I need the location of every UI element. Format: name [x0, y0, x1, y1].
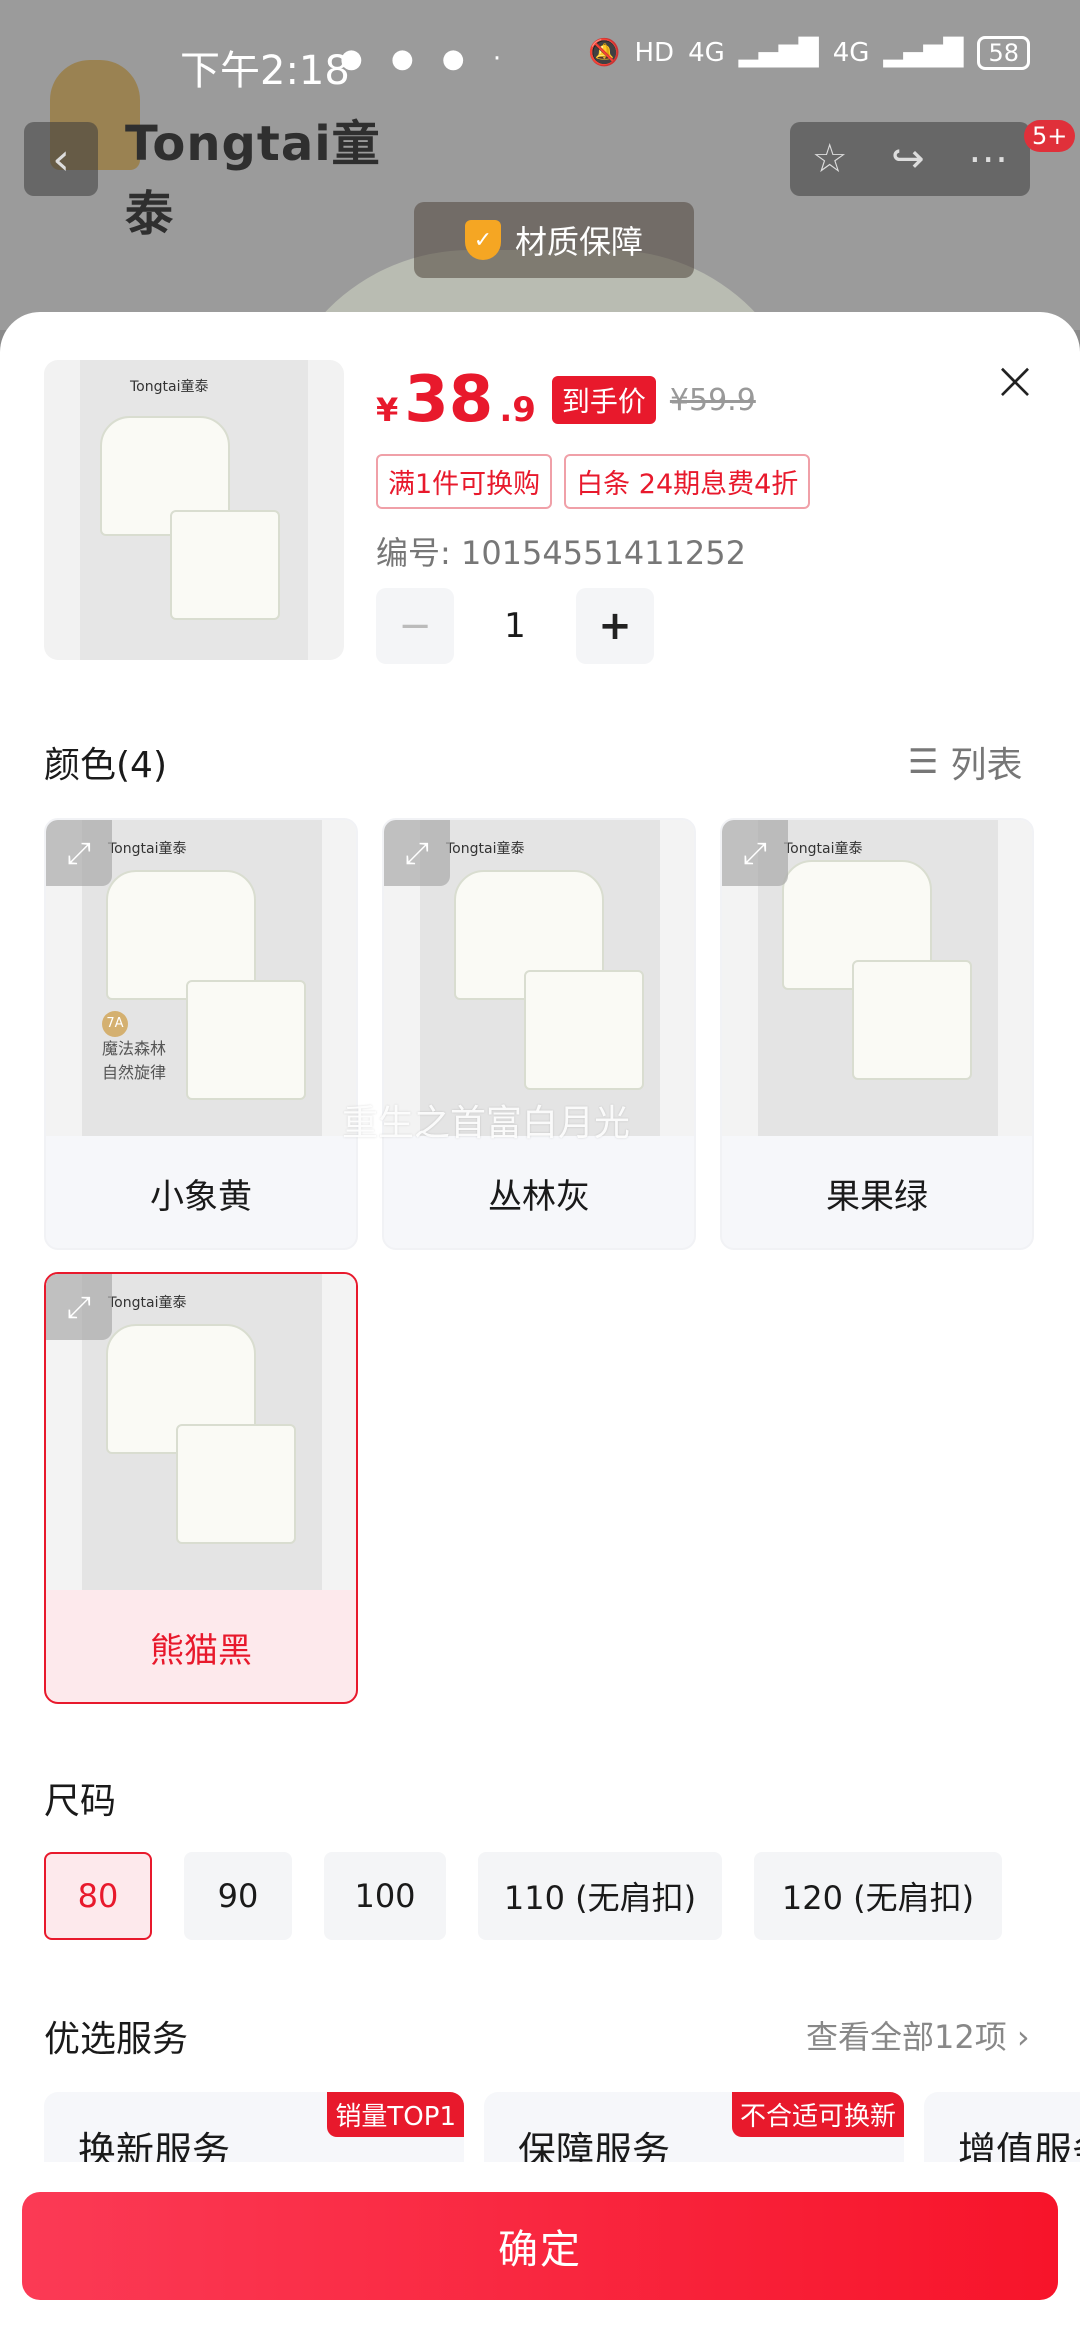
status-indicators: 🔕 HD 4G ▂▄▆█ 4G ▂▄▆█ 58 [588, 36, 1030, 70]
signal-icon: ▂▄▆█ [883, 38, 964, 68]
color-option-label: 熊猫黑 [150, 1630, 252, 1671]
size-option-selected[interactable]: 80 [44, 1852, 152, 1940]
promo-tag[interactable]: 白条 24期息费4折 [564, 454, 811, 509]
background-product-page: Tongtai童泰 ‹ ☆ ↪ ⋯ 5+ ✓ 材质保障 下午2:18 ● ● ●… [0, 0, 1080, 330]
color-option-card[interactable]: Tongtai童泰 ⤢ 丛林灰 [382, 818, 696, 1250]
expand-icon[interactable]: ⤢ [46, 1274, 112, 1340]
battery-indicator: 58 [977, 36, 1030, 70]
quality-guarantee-pill[interactable]: ✓ 材质保障 [414, 202, 694, 278]
card-logo: Tongtai童泰 [108, 1295, 187, 1311]
color-option-label: 丛林灰 [488, 1176, 590, 1217]
color-option-label: 果果绿 [826, 1176, 928, 1217]
mute-bell-icon: 🔕 [588, 38, 621, 68]
color-option-image: Tongtai童泰 ⤢ [384, 820, 694, 1136]
price-integer: 38 [404, 363, 494, 437]
card-logo: Tongtai童泰 [108, 841, 187, 857]
quantity-value[interactable]: 1 [454, 606, 576, 646]
size-section-title: 尺码 [44, 1781, 117, 1822]
size-option[interactable]: 100 [324, 1852, 446, 1940]
item-number: 编号: 10154551411252 [376, 534, 746, 572]
close-icon[interactable]: × [990, 354, 1040, 408]
color-option-image: 7A 魔法森林 自然旋律 Tongtai童泰 ⤢ [46, 820, 356, 1136]
color-option-card-selected[interactable]: Tongtai童泰 ⤢ 熊猫黑 [44, 1272, 358, 1704]
thumbnail-image: Tongtai童泰 [80, 360, 308, 660]
price-decimal: .9 [499, 390, 536, 430]
notification-icons: ● ● ● · [340, 44, 512, 74]
chevron-left-icon: ‹ [52, 133, 70, 185]
shorts-illustration [176, 1424, 296, 1544]
sticker-line: 自然旋律 [102, 1063, 167, 1082]
color-option-image: Tongtai童泰 ⤢ [46, 1274, 356, 1590]
increment-button[interactable]: + [576, 588, 654, 664]
nav-actions: ☆ ↪ ⋯ [790, 122, 1030, 196]
hd-indicator: HD [634, 38, 675, 68]
shield-check-icon: ✓ [464, 220, 501, 260]
service-badge: 销量TOP1 [327, 2092, 464, 2137]
more-badge: 5+ [1024, 120, 1076, 152]
expand-icon[interactable]: ⤢ [722, 820, 788, 886]
quality-label: 材质保障 [514, 223, 643, 261]
size-option[interactable]: 110 (无肩扣) [478, 1852, 722, 1940]
back-button[interactable]: ‹ [24, 122, 98, 196]
decrement-button[interactable]: − [376, 588, 454, 664]
color-option-card[interactable]: Tongtai童泰 ⤢ 果果绿 [720, 818, 1034, 1250]
product-thumbnail[interactable]: Tongtai童泰 [44, 360, 344, 660]
size-option[interactable]: 90 [184, 1852, 292, 1940]
product-sticker: 7A 魔法森林 自然旋律 [102, 1010, 166, 1085]
network-4g-2: 4G [832, 38, 870, 68]
share-icon[interactable]: ↪ [891, 136, 925, 182]
final-price-tag: 到手价 [551, 376, 656, 424]
signal-icon: ▂▄▆█ [738, 38, 819, 68]
status-bar: 下午2:18 ● ● ● · 🔕 HD 4G ▂▄▆█ 4G ▂▄▆█ 58 [0, 0, 1080, 110]
list-label: 列表 [950, 745, 1023, 786]
sticker-line: 魔法森林 [102, 1039, 167, 1058]
status-time: 下午2:18 [180, 48, 350, 94]
more-icon[interactable]: ⋯ [968, 136, 1008, 182]
see-all-services-link[interactable]: 查看全部12项 › [806, 2012, 1030, 2058]
sticker-badge: 7A [102, 1011, 128, 1037]
confirm-button[interactable]: 确定 [22, 2192, 1058, 2300]
card-logo: Tongtai童泰 [784, 841, 863, 857]
watermark-text: 重生之首富白月光 [342, 1103, 631, 1144]
color-option-label: 小象黄 [150, 1176, 252, 1217]
list-icon: ☰ [908, 742, 939, 782]
color-option-card[interactable]: 7A 魔法森林 自然旋律 Tongtai童泰 ⤢ 小象黄 [44, 818, 358, 1250]
star-icon[interactable]: ☆ [812, 136, 848, 182]
brand-name: Tongtai童泰 [125, 116, 381, 242]
currency-symbol: ¥ [376, 391, 399, 429]
color-option-image: Tongtai童泰 ⤢ [722, 820, 1032, 1136]
service-badge: 不合适可换新 [731, 2092, 904, 2137]
promo-tag[interactable]: 满1件可换购 [376, 454, 553, 509]
expand-icon[interactable]: ⤢ [384, 820, 450, 886]
original-price: ¥59.9 [669, 382, 756, 418]
shorts-illustration [852, 960, 972, 1080]
quantity-stepper: − 1 + [376, 588, 654, 664]
sku-selector-sheet: Tongtai童泰 ¥ 38 .9 到手价 ¥59.9 × 满1件可换购 白条 … [0, 312, 1080, 2340]
size-option[interactable]: 120 (无肩扣) [754, 1852, 1002, 1940]
shorts-illustration [170, 510, 280, 620]
promo-row: 满1件可换购 白条 24期息费4折 [376, 454, 811, 509]
color-section-title: 颜色(4) [44, 745, 167, 786]
shorts-illustration [186, 980, 306, 1100]
expand-icon[interactable]: ⤢ [46, 820, 112, 886]
network-4g-1: 4G [688, 38, 725, 68]
card-logo: Tongtai童泰 [446, 841, 525, 857]
services-section-title: 优选服务 [44, 2019, 189, 2060]
shorts-illustration [524, 970, 644, 1090]
price-row: ¥ 38 .9 到手价 ¥59.9 [376, 368, 756, 432]
list-view-toggle[interactable]: ☰ 列表 [908, 736, 1023, 788]
thumbnail-logo: Tongtai童泰 [130, 379, 209, 395]
